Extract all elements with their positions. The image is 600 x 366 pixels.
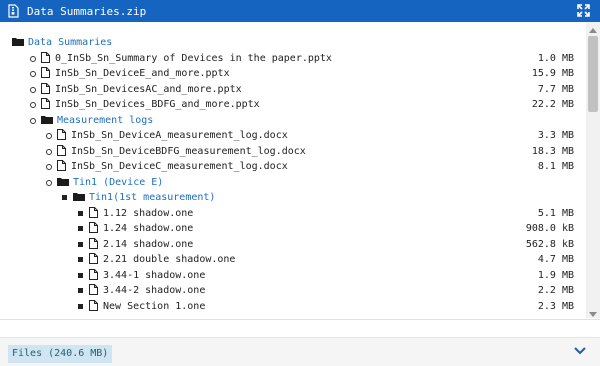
file-row[interactable]: 3.44-2 shadow.one 2.2 MB [0, 283, 586, 298]
tree-bullet-icon [46, 148, 52, 155]
file-size: 5.1 MB [537, 207, 574, 219]
folder-icon [73, 191, 85, 206]
file-size: 908.0 kB [525, 223, 574, 234]
file-size: 1.9 MB [537, 269, 574, 281]
file-name: 3.44-2 shadow.one [103, 285, 206, 296]
folder-name: Tin1 (Device E) [73, 176, 164, 188]
file-name: InSb_Sn_DeviceA_measurement_log.docx [71, 130, 288, 141]
file-name: 2.14 shadow.one [103, 238, 194, 250]
file-size: 22.2 MB [531, 99, 574, 110]
tree-bullet-icon [78, 210, 83, 216]
tree-bullet-icon [78, 241, 83, 247]
tree-bullet-icon [46, 164, 52, 170]
tree-bullet-icon [46, 133, 52, 139]
file-row[interactable]: InSb_Sn_DeviceC_measurement_log.docx 8.1 … [0, 159, 586, 174]
file-name: InSb_Sn_Devices_BDFG_and_more.pptx [55, 99, 260, 110]
file-name: 1.24 shadow.one [103, 223, 194, 234]
scrollbar-thumb[interactable] [588, 36, 598, 112]
file-row[interactable]: InSb_Sn_Devices_BDFG_and_more.pptx 22.2 M… [0, 97, 586, 112]
file-size: 8.1 MB [537, 161, 574, 172]
tree-bullet-icon [78, 272, 83, 278]
file-size: 562.8 kB [525, 238, 574, 250]
file-size: 3.3 MB [537, 130, 574, 141]
file-tree: Data Summaries 0_InSb_Sn_Summary of Devic… [0, 22, 586, 318]
files-size-label[interactable]: Files (240.6 MB) [8, 345, 113, 363]
divider [0, 319, 600, 320]
file-row[interactable]: 2.14 shadow.one 562.8 kB [0, 237, 586, 252]
chevron-down-icon[interactable] [574, 347, 586, 358]
folder-row[interactable]: Tin1 (Device E) [0, 175, 586, 190]
folder-row[interactable]: Measurement logs [0, 113, 586, 128]
tree-bullet-icon [30, 71, 36, 77]
file-size: 4.7 MB [537, 254, 574, 265]
window-title: Data Summaries.zip [27, 5, 147, 18]
tree-bullet-icon [78, 226, 83, 231]
file-row[interactable]: InSb_Sn_DeviceA_measurement_log.docx 3.3 … [0, 128, 586, 143]
tree-bullet-icon [30, 86, 36, 93]
file-row[interactable]: InSb_Sn_DevicesAC_and_more.pptx 7.7 MB [0, 82, 586, 97]
file-row[interactable]: 0_InSb_Sn_Summary of Devices in the pape… [0, 51, 586, 66]
folder-icon [41, 114, 53, 129]
file-size: 18.3 MB [531, 145, 574, 157]
tree-bullet-icon [78, 288, 83, 293]
tree-bullet-icon [62, 195, 67, 200]
file-name: New Section 1.one [103, 300, 206, 312]
file-name: InSb_Sn_DeviceBDFG_measurement_log.docx [71, 145, 306, 157]
file-row[interactable]: New Section 1.one 2.3 MB [0, 299, 586, 314]
file-size: 1.0 MB [537, 52, 574, 64]
zip-file-icon [8, 4, 19, 21]
file-name: InSb_Sn_DevicesAC_and_more.pptx [55, 83, 242, 95]
folder-row[interactable]: Data Summaries [0, 35, 586, 50]
file-size: 15.9 MB [531, 68, 574, 79]
file-row[interactable]: InSb_Sn_DeviceBDFG_measurement_log.docx 1… [0, 144, 586, 159]
footer-bar: Files (240.6 MB) [0, 337, 600, 366]
file-row[interactable]: 1.24 shadow.one 908.0 kB [0, 221, 586, 236]
file-name: 1.12 shadow.one [103, 207, 194, 219]
file-name: InSb_Sn_DeviceC_measurement_log.docx [71, 161, 288, 172]
tree-bullet-icon [78, 257, 83, 262]
expand-icon[interactable] [577, 4, 590, 20]
scrollbar[interactable] [586, 22, 600, 318]
file-size: 7.7 MB [537, 83, 574, 95]
file-row[interactable]: 1.12 shadow.one 5.1 MB [0, 206, 586, 221]
folder-icon [12, 36, 24, 51]
file-row[interactable]: InSb_Sn_DeviceE_and_more.pptx 15.9 MB [0, 66, 586, 81]
file-name: 2.21 double shadow.one [103, 254, 236, 265]
file-size: 2.3 MB [537, 300, 574, 312]
title-bar: Data Summaries.zip [0, 0, 600, 22]
tree-bullet-icon [78, 303, 83, 309]
file-name: 0_InSb_Sn_Summary of Devices in the pape… [55, 52, 332, 64]
tree-bullet-icon [30, 55, 36, 62]
tree-bullet-icon [30, 102, 36, 108]
file-row[interactable]: 2.21 double shadow.one 4.7 MB [0, 252, 586, 267]
folder-name: Measurement logs [57, 114, 154, 126]
folder-name: Data Summaries [28, 37, 113, 48]
folder-icon [57, 176, 69, 191]
file-size: 2.2 MB [537, 285, 574, 296]
tree-bullet-icon [46, 179, 52, 186]
folder-name: Tin1(1st measurement) [89, 192, 216, 203]
file-name: 3.44-1 shadow.one [103, 269, 206, 281]
folder-row[interactable]: Tin1(1st measurement) [0, 190, 586, 205]
file-name: InSb_Sn_DeviceE_and_more.pptx [55, 68, 230, 79]
tree-bullet-icon [30, 117, 36, 124]
scroll-up-icon[interactable] [589, 25, 597, 36]
file-row[interactable]: 3.44-1 shadow.one 1.9 MB [0, 268, 586, 283]
file-icon [89, 299, 98, 316]
